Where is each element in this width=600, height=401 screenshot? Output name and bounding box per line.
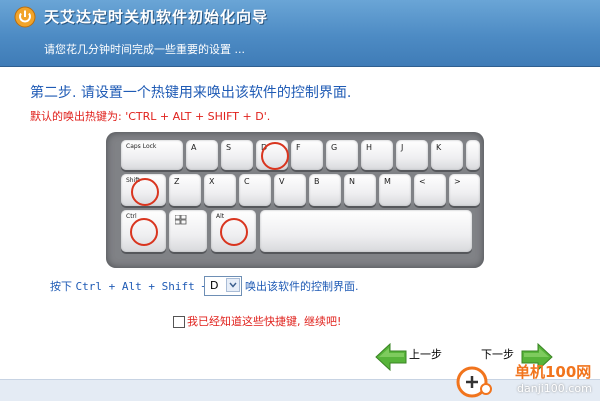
keyboard-illustration: Caps Lock A S D F G H J K Shift Z X C V … (106, 132, 484, 268)
combo-alt: Alt (121, 280, 142, 293)
key-space (260, 210, 472, 252)
highlight-ring-shift (131, 178, 159, 206)
key-comma: < (414, 174, 446, 206)
step-title: 第二步. 请设置一个热键用来唤出该软件的控制界面. (30, 85, 352, 101)
watermark-brand: 单机100网 (515, 363, 592, 381)
highlight-ring-d (261, 142, 289, 170)
wizard-header: 天艾达定时关机软件初始化向导 请您花几分钟时间完成一些重要的设置 ... (0, 0, 600, 67)
key-v: V (274, 174, 306, 206)
combo-plus-2: + (141, 280, 162, 293)
key-x: X (204, 174, 236, 206)
wizard-content: 第二步. 请设置一个热键用来唤出该软件的控制界面. 默认的唤出热键为: 'CTR… (0, 67, 600, 400)
key-g: G (326, 140, 358, 170)
window-title: 天艾达定时关机软件初始化向导 (44, 8, 269, 26)
highlight-ring-alt (220, 218, 248, 246)
chevron-down-icon (229, 282, 237, 288)
combo-ctrl: Ctrl (75, 280, 103, 293)
power-icon (14, 6, 36, 28)
combo-prefix: 按下 (50, 280, 76, 293)
window-subtitle: 请您花几分钟时间完成一些重要的设置 ... (44, 43, 245, 56)
default-hotkey-text: 默认的唤出热键为: 'CTRL + ALT + SHIFT + D'. (30, 110, 271, 123)
key-m: M (379, 174, 411, 206)
hotkey-key-select[interactable]: D (204, 276, 242, 296)
key-partial (466, 140, 480, 170)
combo-plus-1: + (102, 280, 122, 293)
key-z: Z (169, 174, 201, 206)
hotkey-key-value: D (210, 279, 219, 292)
key-n: N (344, 174, 376, 206)
prev-arrow-icon[interactable] (374, 342, 408, 372)
key-b: B (309, 174, 341, 206)
watermark-url: danji100.com (517, 382, 592, 395)
confirm-checkbox-label[interactable]: 我已经知道这些快捷键, 继续吧! (187, 313, 341, 329)
next-button[interactable]: 下一步 (481, 346, 514, 362)
watermark-logo-icon (456, 366, 492, 398)
key-a: A (186, 140, 218, 170)
prev-button[interactable]: 上一步 (409, 346, 442, 362)
key-c: C (239, 174, 271, 206)
windows-icon (175, 215, 187, 225)
confirm-checkbox[interactable] (173, 316, 185, 328)
dropdown-button[interactable] (226, 278, 240, 292)
highlight-ring-ctrl (130, 218, 158, 246)
key-windows (169, 210, 207, 252)
combo-shift: Shift (161, 280, 195, 293)
key-j: J (396, 140, 428, 170)
key-k: K (431, 140, 463, 170)
key-period: > (449, 174, 480, 206)
key-h: H (361, 140, 393, 170)
footer-bar (0, 379, 600, 401)
key-f: F (291, 140, 323, 170)
key-s: S (221, 140, 253, 170)
combo-suffix: 唤出该软件的控制界面. (245, 280, 359, 293)
hotkey-combo-text: 按下 Ctrl + Alt + Shift + (50, 278, 208, 294)
key-caps-lock: Caps Lock (121, 140, 183, 170)
